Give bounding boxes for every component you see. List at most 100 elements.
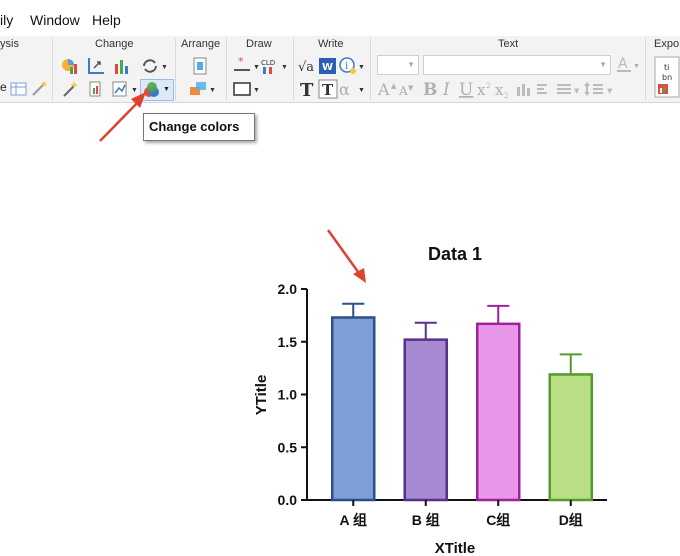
word-icon[interactable]: W [318, 56, 338, 76]
svg-text:▲: ▲ [391, 82, 397, 90]
x-tick-label: C组 [486, 512, 510, 528]
y-tick-label: 2.0 [278, 281, 298, 297]
font-color-icon[interactable]: A [615, 54, 635, 74]
bar [331, 316, 376, 502]
x-tick-label: A 组 [340, 512, 367, 528]
arrange-icon[interactable] [190, 56, 210, 76]
chevron-down-icon[interactable]: ▼ [209, 87, 216, 94]
svg-text:T: T [322, 81, 334, 99]
partial-label: e [0, 80, 7, 94]
chevron-down-icon[interactable]: ▼ [358, 64, 365, 71]
svg-text:ti: ti [664, 63, 669, 72]
group-divider [645, 38, 646, 100]
chevron-down-icon[interactable]: ▼ [281, 64, 288, 71]
refresh-icon[interactable] [140, 56, 160, 76]
svg-text:B: B [423, 80, 437, 99]
svg-text:▼: ▼ [574, 87, 580, 95]
chevron-down-icon[interactable]: ▼ [253, 64, 260, 71]
y-tick-label: 0.5 [278, 439, 298, 455]
svg-text:U: U [459, 80, 473, 99]
magic-wand-icon[interactable] [29, 79, 49, 99]
y-axis-label: YTitle [253, 375, 270, 416]
group-label-change: Change [95, 38, 134, 50]
group-divider [370, 38, 371, 100]
chevron-down-icon[interactable]: ▼ [253, 87, 260, 94]
svg-text:2: 2 [504, 92, 508, 99]
svg-text:A: A [398, 84, 408, 98]
text-format-toolbar: A ▲ A ▼ B I U x2 x2 ▼ ▼ [377, 80, 613, 99]
chart-type-icon[interactable] [60, 56, 80, 76]
svg-text:I: I [442, 80, 450, 99]
svg-text:T: T [300, 80, 314, 99]
info-icon[interactable]: i [338, 56, 358, 76]
svg-text:A: A [377, 80, 390, 99]
svg-text:i: i [345, 61, 348, 72]
wand-icon[interactable] [60, 79, 80, 99]
group-label-write: Write [318, 38, 344, 50]
format-graph-icon[interactable] [110, 79, 130, 99]
text-tool-icon[interactable]: T [298, 79, 318, 99]
font-size-select[interactable]: ▼ [377, 55, 419, 75]
format-data-icon[interactable] [86, 79, 106, 99]
y-tick-label: 1.5 [278, 334, 298, 350]
label-icon[interactable]: CLD [260, 56, 280, 76]
bar [403, 338, 448, 502]
menu-help[interactable]: Help [92, 12, 121, 28]
x-axis-label: XTitle [435, 540, 476, 556]
bar-chart-icon[interactable] [112, 56, 132, 76]
svg-text:bn: bn [662, 73, 672, 82]
svg-text:α: α [339, 80, 350, 99]
chevron-down-icon[interactable]: ▼ [358, 87, 365, 94]
x-tick-label: B 组 [412, 512, 440, 528]
svg-text:√a: √a [298, 60, 314, 75]
svg-text:CLD: CLD [261, 59, 275, 67]
group-label-analysis: ysis [0, 38, 19, 50]
tooltip-change-colors: Change colors [143, 113, 255, 141]
group-label-arrange: Arrange [181, 38, 221, 50]
group-label-text: Text [498, 38, 519, 50]
group-label-draw: Draw [246, 38, 272, 50]
greek-symbol-icon[interactable]: α [338, 79, 358, 99]
annotation-arrow-head [353, 268, 366, 283]
bar [548, 373, 593, 502]
chevron-down-icon[interactable]: ▼ [161, 64, 168, 71]
table-icon[interactable] [9, 79, 29, 99]
ribbon-toolbar: ysis Change Arrange Draw Write Text Expo… [0, 36, 680, 103]
group-divider [293, 38, 294, 100]
svg-text:*: * [238, 56, 244, 68]
change-colors-button[interactable]: ▼ [140, 79, 174, 101]
y-tick-label: 1.0 [278, 387, 298, 403]
bar [476, 322, 521, 502]
chart-title: Data 1 [428, 244, 482, 264]
svg-text:W: W [322, 62, 333, 73]
draw-shape-icon[interactable]: * [232, 56, 252, 76]
group-divider [52, 38, 53, 100]
chevron-down-icon[interactable]: ▼ [633, 63, 640, 70]
group-label-export: Expo [654, 38, 680, 50]
font-family-select[interactable]: ▼ [423, 55, 611, 75]
svg-text:A: A [618, 56, 628, 72]
axes-icon[interactable] [86, 56, 106, 76]
chevron-down-icon: ▼ [407, 60, 415, 69]
svg-text:2: 2 [486, 82, 490, 90]
menu-family[interactable]: ily [0, 12, 13, 28]
menu-window[interactable]: Window [30, 12, 80, 28]
svg-text:▼: ▼ [607, 87, 613, 95]
group-divider [175, 38, 176, 100]
x-tick-label: D组 [559, 512, 583, 528]
svg-text:x: x [477, 81, 486, 99]
y-tick-label: 0.0 [278, 492, 298, 508]
group-divider [226, 38, 227, 100]
chevron-down-icon: ▼ [599, 60, 607, 69]
align-icon[interactable] [188, 79, 208, 99]
text-box-icon[interactable]: T [318, 79, 338, 99]
chevron-down-icon: ▼ [163, 86, 170, 93]
equation-icon[interactable]: √a [298, 56, 318, 76]
rectangle-icon[interactable] [232, 79, 252, 99]
svg-text:▼: ▼ [408, 84, 414, 92]
menu-bar: ily Window Help [0, 0, 680, 36]
export-icon[interactable]: ti bn [654, 56, 680, 98]
color-palette-icon [144, 82, 159, 97]
chevron-down-icon[interactable]: ▼ [131, 87, 138, 94]
annotation-arrow [326, 229, 363, 277]
